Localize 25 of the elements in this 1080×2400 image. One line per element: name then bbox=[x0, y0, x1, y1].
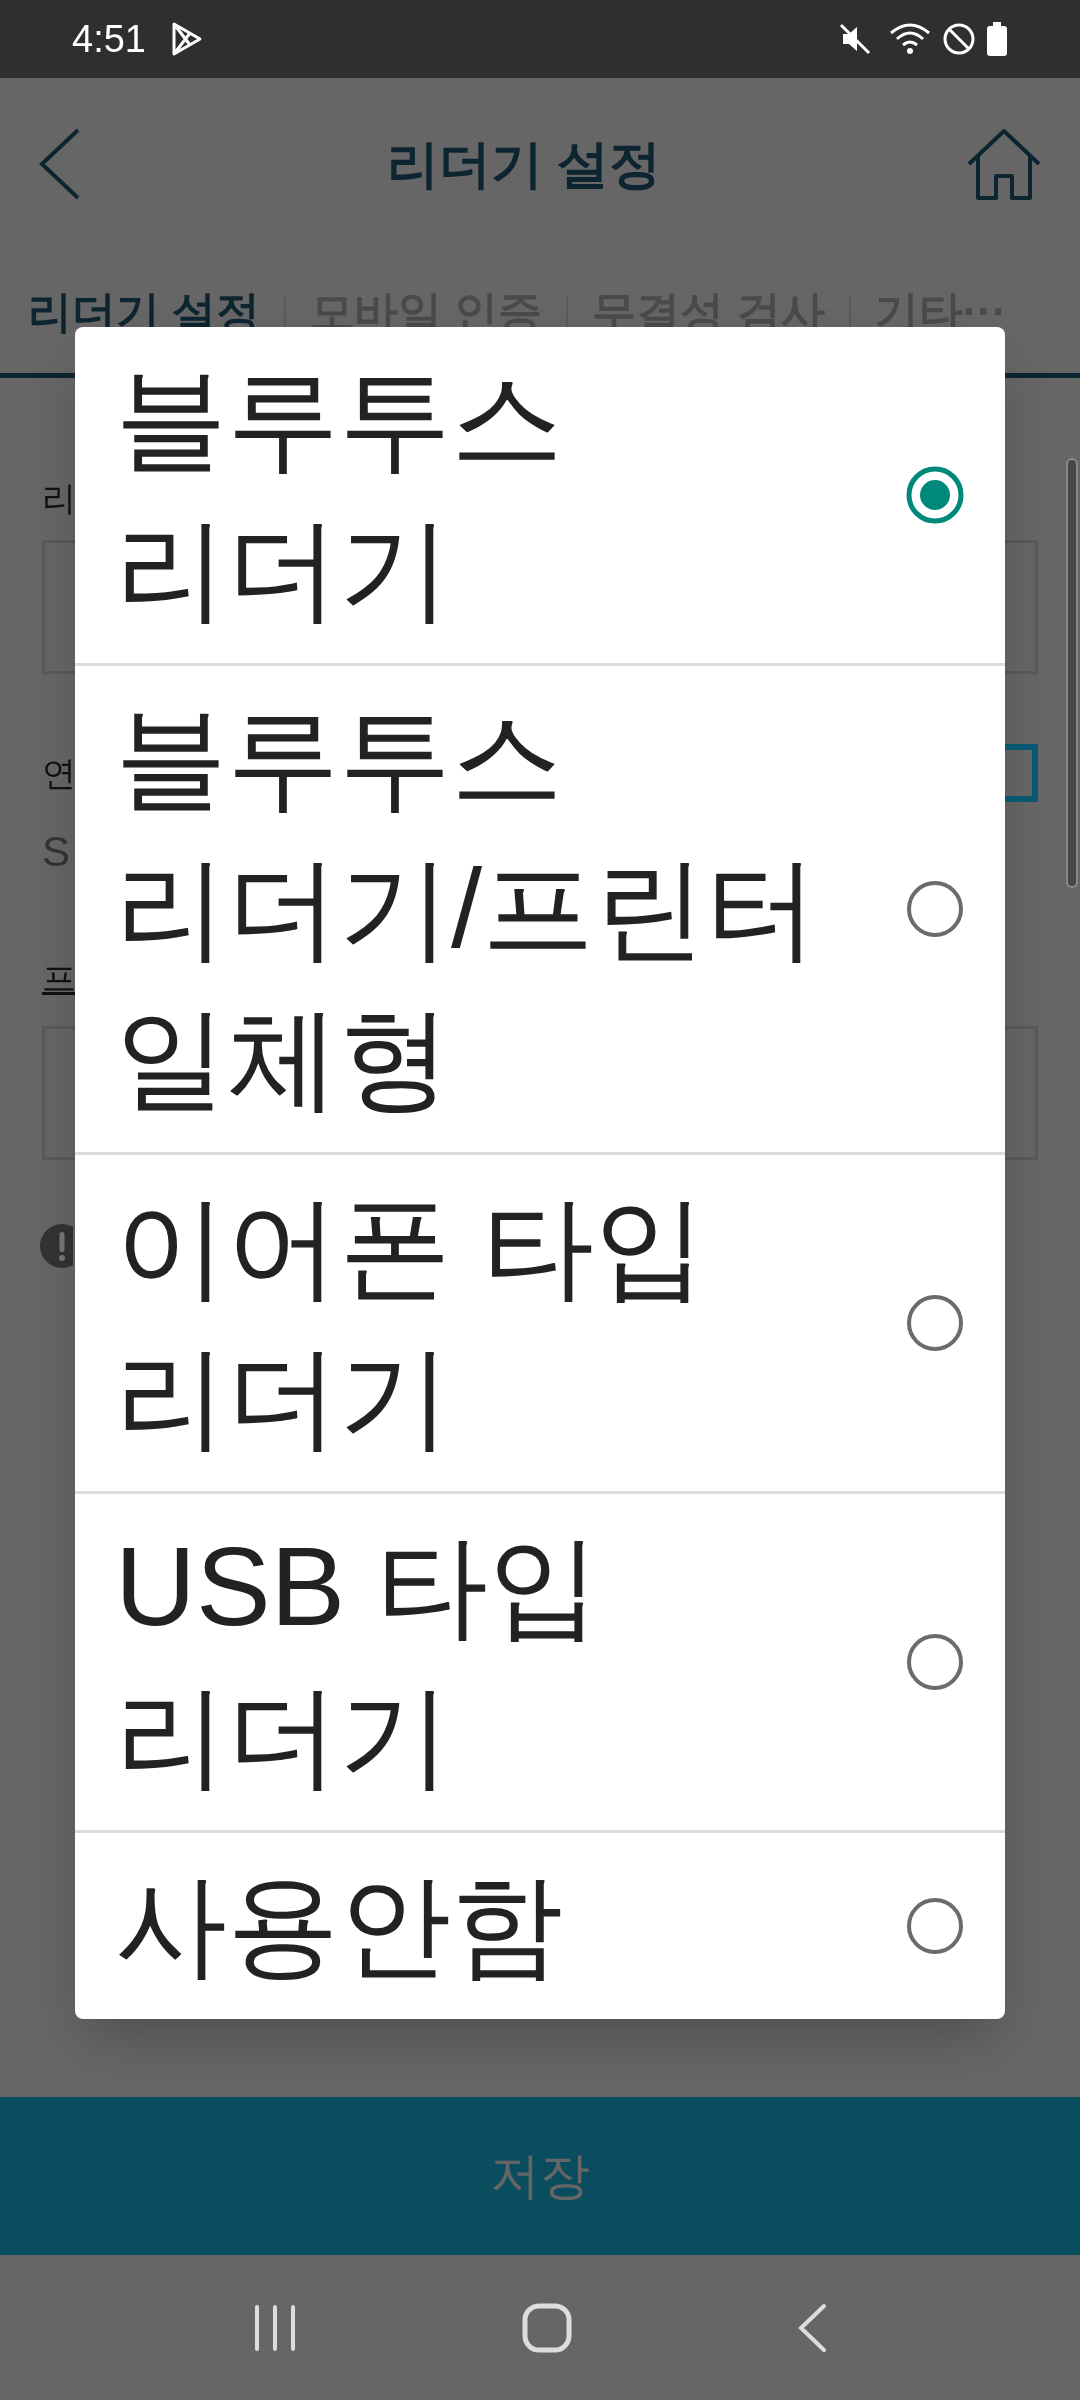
dialog-option[interactable]: 블루투스 리더기/프린터 일체형 bbox=[75, 666, 1005, 1155]
back-icon[interactable] bbox=[38, 127, 82, 201]
radio-button[interactable] bbox=[905, 465, 965, 525]
radio-button[interactable] bbox=[905, 1293, 965, 1353]
radio-button[interactable] bbox=[905, 879, 965, 939]
field-label: 리 bbox=[42, 478, 76, 518]
dialog-option[interactable]: 이어폰 타입 리더기 bbox=[75, 1155, 1005, 1494]
field-label: 연 bbox=[42, 752, 76, 794]
battery-icon bbox=[986, 21, 1008, 57]
back-icon[interactable] bbox=[797, 2302, 828, 2353]
dialog-option[interactable]: 사용안함 bbox=[75, 1833, 1005, 2019]
field-label: 프 bbox=[42, 958, 76, 999]
dialog-option[interactable]: USB 타입 리더기 bbox=[75, 1494, 1005, 1833]
home-icon[interactable] bbox=[966, 128, 1042, 200]
home-button-icon[interactable] bbox=[522, 2302, 572, 2353]
dialog-option[interactable]: 블루투스 리더기 bbox=[75, 327, 1005, 666]
block-icon bbox=[942, 22, 976, 56]
mute-icon bbox=[838, 22, 872, 56]
status-time: 4:51 bbox=[72, 16, 146, 62]
wifi-icon bbox=[888, 21, 932, 57]
radio-button[interactable] bbox=[905, 1632, 965, 1692]
info-icon bbox=[40, 1224, 73, 1268]
radio-button[interactable] bbox=[905, 1896, 965, 1956]
screen-title: 리더기 설정 bbox=[386, 134, 662, 195]
recent-apps-icon[interactable] bbox=[252, 2304, 297, 2351]
